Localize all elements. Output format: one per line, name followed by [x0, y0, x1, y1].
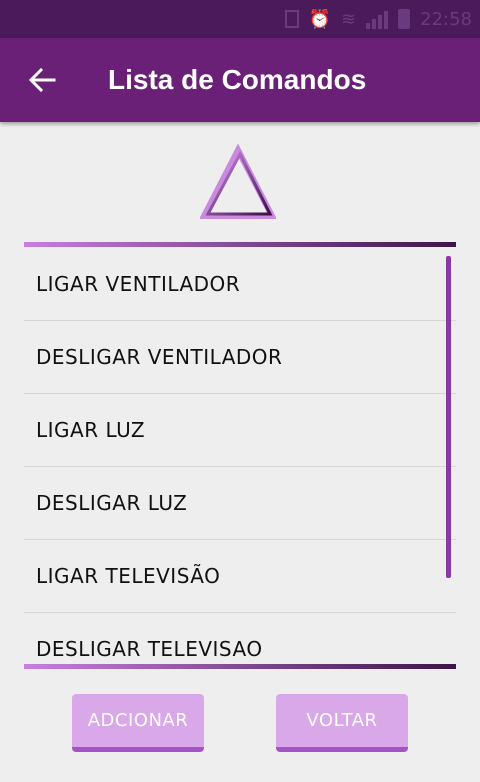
signal-icon	[366, 9, 389, 29]
back-button[interactable]	[18, 56, 66, 104]
sim-icon	[284, 10, 299, 28]
add-button[interactable]: ADCIONAR	[72, 694, 204, 752]
battery-icon	[398, 9, 411, 29]
arrow-back-icon	[28, 67, 56, 93]
list-item[interactable]: LIGAR LUZ	[24, 394, 456, 467]
list-scrollbar[interactable]	[446, 256, 451, 578]
page-title: Lista de Comandos	[108, 64, 367, 95]
list-bottom-divider	[24, 664, 456, 669]
list-item[interactable]: LIGAR VENTILADOR	[24, 248, 456, 321]
alarm-icon: ⏰	[308, 8, 332, 30]
status-time: 22:58	[420, 8, 472, 30]
list-item[interactable]: DESLIGAR VENTILADOR	[24, 321, 456, 394]
list-item[interactable]: LIGAR TELEVISÃO	[24, 540, 456, 613]
app-bar: Lista de Comandos	[0, 38, 480, 122]
back-action-button[interactable]: VOLTAR	[276, 694, 408, 752]
status-icons: ⏰ ≋ 22:58	[284, 6, 472, 32]
list-item[interactable]: DESLIGAR LUZ	[24, 467, 456, 540]
command-list[interactable]: LIGAR VENTILADOR DESLIGAR VENTILADOR LIG…	[24, 248, 456, 664]
list-item[interactable]: DESLIGAR TELEVISAO	[24, 613, 456, 664]
list-top-divider	[24, 242, 456, 247]
wifi-icon: ≋	[341, 8, 357, 30]
status-bar: ⏰ ≋ 22:58	[0, 0, 480, 38]
triangle-logo-icon	[200, 144, 276, 219]
